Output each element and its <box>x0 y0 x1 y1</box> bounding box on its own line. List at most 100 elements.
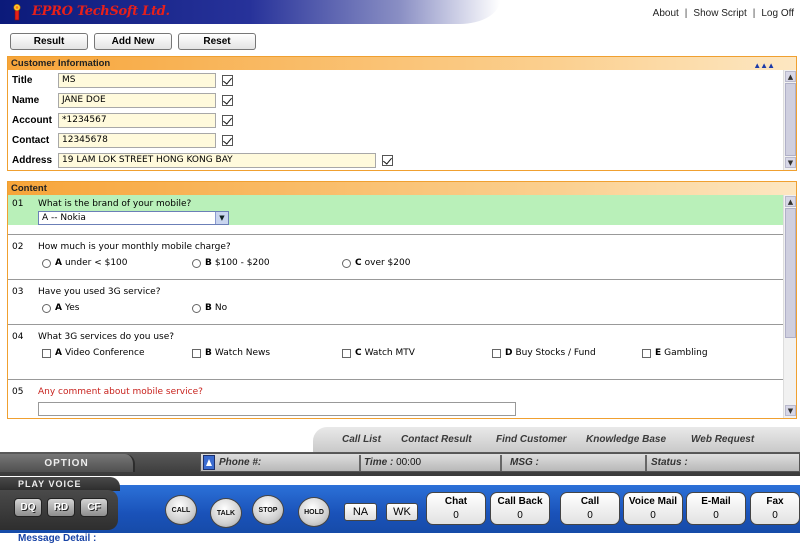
address-field[interactable]: 19 LAM LOK STREET HONG KONG BAY <box>58 152 376 168</box>
checkbox-icon[interactable] <box>492 348 501 358</box>
radio-icon[interactable] <box>42 303 51 313</box>
option-02-b[interactable]: B $100 - $200 <box>192 258 270 268</box>
option-04-b[interactable]: B Watch News <box>192 348 270 358</box>
about-link[interactable]: About <box>653 8 679 19</box>
title-field[interactable]: MS <box>58 72 216 88</box>
checkbox-icon[interactable] <box>42 348 51 358</box>
question-04: 04 What 3G services do you use? A Video C… <box>8 328 783 368</box>
question-number: 02 <box>12 242 24 252</box>
dq-button[interactable]: DQ <box>14 498 42 517</box>
time-label: Time : 00:00 <box>364 457 422 468</box>
tab-web-request[interactable]: Web Request <box>691 434 754 445</box>
torch-logo-icon <box>13 3 21 21</box>
content-scrollbar[interactable]: ▲ ▼ <box>783 195 796 418</box>
address-checkbox[interactable] <box>382 154 393 166</box>
option-02-c[interactable]: Cover $200 <box>342 258 410 268</box>
link-separator: | <box>752 8 756 19</box>
tab-contact-result[interactable]: Contact Result <box>401 434 472 445</box>
wk-button[interactable]: WK <box>386 503 418 521</box>
arrow-up-icon[interactable] <box>203 455 215 470</box>
name-field[interactable]: JANE DOE <box>58 92 216 108</box>
chevron-down-icon[interactable]: ▼ <box>215 212 228 224</box>
scroll-thumb[interactable] <box>785 83 796 156</box>
play-voice-label: PLAY VOICE <box>0 477 120 491</box>
link-separator: | <box>684 8 688 19</box>
status-divider <box>645 455 647 471</box>
question-03: 03 Have you used 3G service? A Yes B No <box>8 283 783 323</box>
scroll-up-icon[interactable]: ▲ <box>785 71 796 82</box>
account-field[interactable]: *1234567 <box>58 112 216 128</box>
brand-name: EPRO TechSoft Ltd. <box>32 4 170 19</box>
option-04-c[interactable]: C Watch MTV <box>342 348 415 358</box>
brand-select[interactable]: A -- Nokia ▼ <box>38 211 229 225</box>
scroll-thumb[interactable] <box>785 208 796 338</box>
radio-icon[interactable] <box>192 303 201 313</box>
cf-button[interactable]: CF <box>80 498 108 517</box>
field-label-contact: Contact <box>12 134 50 146</box>
chat-counter[interactable]: Chat 0 <box>426 492 486 525</box>
question-01[interactable]: 01 What is the brand of your mobile? A -… <box>8 195 783 225</box>
field-row-contact: Contact 12345678 <box>12 132 233 148</box>
radio-icon[interactable] <box>342 258 351 268</box>
scroll-down-icon[interactable]: ▼ <box>785 405 796 416</box>
field-label-account: Account <box>12 114 52 126</box>
contact-field[interactable]: 12345678 <box>58 132 216 148</box>
scroll-up-icon[interactable]: ▲ <box>785 196 796 207</box>
fax-counter[interactable]: Fax 0 <box>750 492 800 525</box>
field-label-address: Address <box>12 154 53 166</box>
checkbox-icon[interactable] <box>342 348 351 358</box>
radio-icon[interactable] <box>42 258 51 268</box>
stop-button[interactable]: STOP <box>252 495 284 525</box>
rd-button[interactable]: RD <box>47 498 75 517</box>
question-text: Have you used 3G service? <box>38 287 161 297</box>
option-03-a[interactable]: A Yes <box>42 303 80 313</box>
call-back-counter[interactable]: Call Back 0 <box>490 492 550 525</box>
checkbox-icon[interactable] <box>642 348 651 358</box>
email-counter[interactable]: E-Mail 0 <box>686 492 746 525</box>
collapse-triple-up-icon[interactable]: ▲▲▲ <box>753 59 775 72</box>
add-new-button[interactable]: Add New <box>94 33 172 50</box>
call-button[interactable]: CALL <box>165 495 197 525</box>
customer-scrollbar[interactable]: ▲ ▼ <box>783 70 796 170</box>
option-04-d[interactable]: D Buy Stocks / Fund <box>492 348 596 358</box>
status-divider <box>500 455 502 471</box>
field-row-title: Title MS <box>12 72 233 88</box>
question-text: Any comment about mobile service? <box>38 387 203 397</box>
name-checkbox[interactable] <box>222 94 233 106</box>
app-header: EPRO TechSoft Ltd. About | Show Script | Log… <box>0 0 800 28</box>
question-divider <box>8 379 783 380</box>
content-header: Content <box>8 182 796 195</box>
tab-call-list[interactable]: Call List <box>342 434 381 445</box>
field-label-name: Name <box>12 94 40 106</box>
msg-label: MSG : <box>510 457 539 468</box>
customer-info-header: Customer Information ▲▲▲ <box>8 57 796 70</box>
option-04-e[interactable]: E Gambling <box>642 348 708 358</box>
phone-console: Call List Contact Result Find Customer K… <box>0 427 800 545</box>
hold-button[interactable]: HOLD <box>298 497 330 527</box>
na-button[interactable]: NA <box>344 503 377 521</box>
title-checkbox[interactable] <box>222 74 233 86</box>
reset-button[interactable]: Reset <box>178 33 256 50</box>
option-02-a[interactable]: Aunder < $100 <box>42 258 128 268</box>
contact-checkbox[interactable] <box>222 134 233 146</box>
option-03-b[interactable]: B No <box>192 303 227 313</box>
radio-icon[interactable] <box>192 258 201 268</box>
voice-mail-counter[interactable]: Voice Mail 0 <box>623 492 683 525</box>
field-row-address: Address 19 LAM LOK STREET HONG KONG BAY <box>12 152 393 168</box>
call-counter[interactable]: Call 0 <box>560 492 620 525</box>
talk-button[interactable]: TALK <box>210 498 242 528</box>
option-04-a[interactable]: A Video Conference <box>42 348 144 358</box>
checkbox-icon[interactable] <box>192 348 201 358</box>
show-script-link[interactable]: Show Script <box>693 8 746 19</box>
question-02: 02 How much is your monthly mobile charg… <box>8 238 783 278</box>
result-button[interactable]: Result <box>10 33 88 50</box>
scroll-down-icon[interactable]: ▼ <box>785 157 796 168</box>
account-checkbox[interactable] <box>222 114 233 126</box>
log-off-link[interactable]: Log Off <box>761 8 794 19</box>
tab-find-customer[interactable]: Find Customer <box>496 434 567 445</box>
tab-knowledge-base[interactable]: Knowledge Base <box>586 434 666 445</box>
comment-input[interactable] <box>38 402 516 416</box>
question-text: How much is your monthly mobile charge? <box>38 242 231 252</box>
option-button[interactable]: OPTION <box>0 454 135 472</box>
crm-window: EPRO TechSoft Ltd. About | Show Script | Log… <box>0 0 800 545</box>
